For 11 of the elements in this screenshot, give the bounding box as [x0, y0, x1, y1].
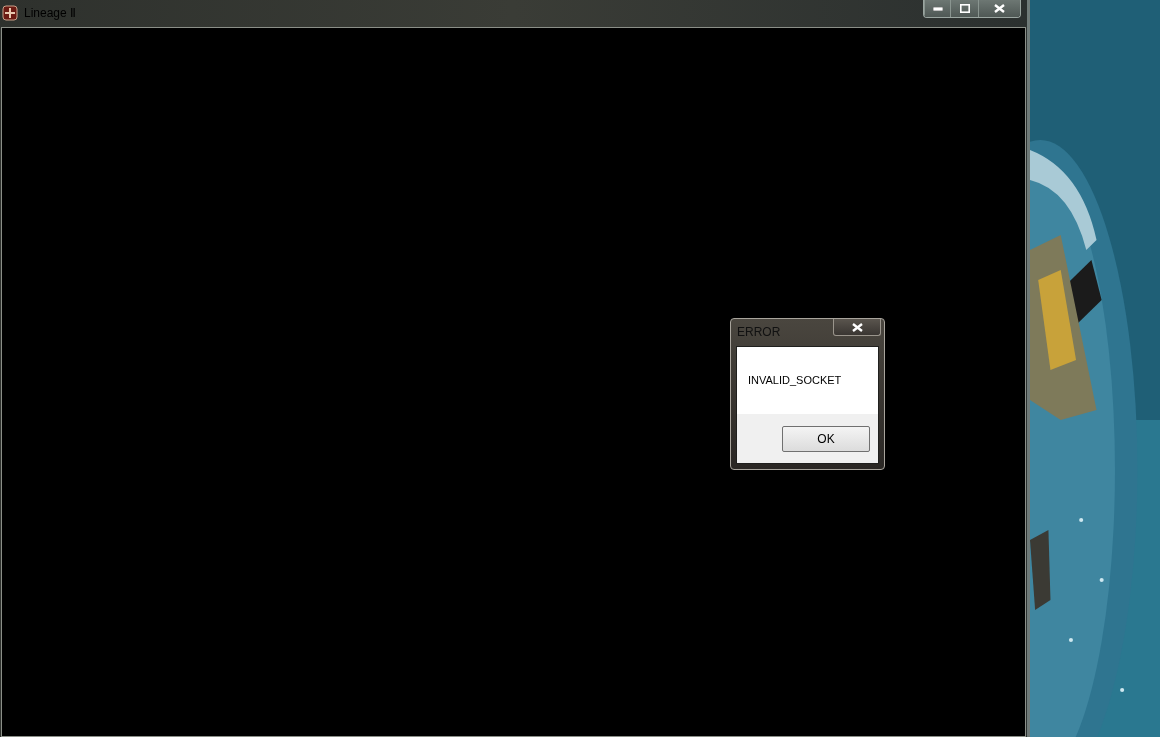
maximize-icon — [959, 4, 970, 13]
maximize-button[interactable] — [950, 0, 978, 17]
app-icon — [2, 5, 18, 21]
error-message: INVALID_SOCKET — [748, 373, 842, 389]
close-button[interactable] — [978, 0, 1020, 17]
close-icon — [851, 322, 863, 332]
ok-button[interactable]: OK — [782, 426, 870, 452]
minimize-icon — [932, 6, 943, 11]
minimize-button[interactable] — [924, 0, 950, 17]
close-icon — [994, 4, 1005, 13]
close-button[interactable] — [833, 319, 881, 336]
